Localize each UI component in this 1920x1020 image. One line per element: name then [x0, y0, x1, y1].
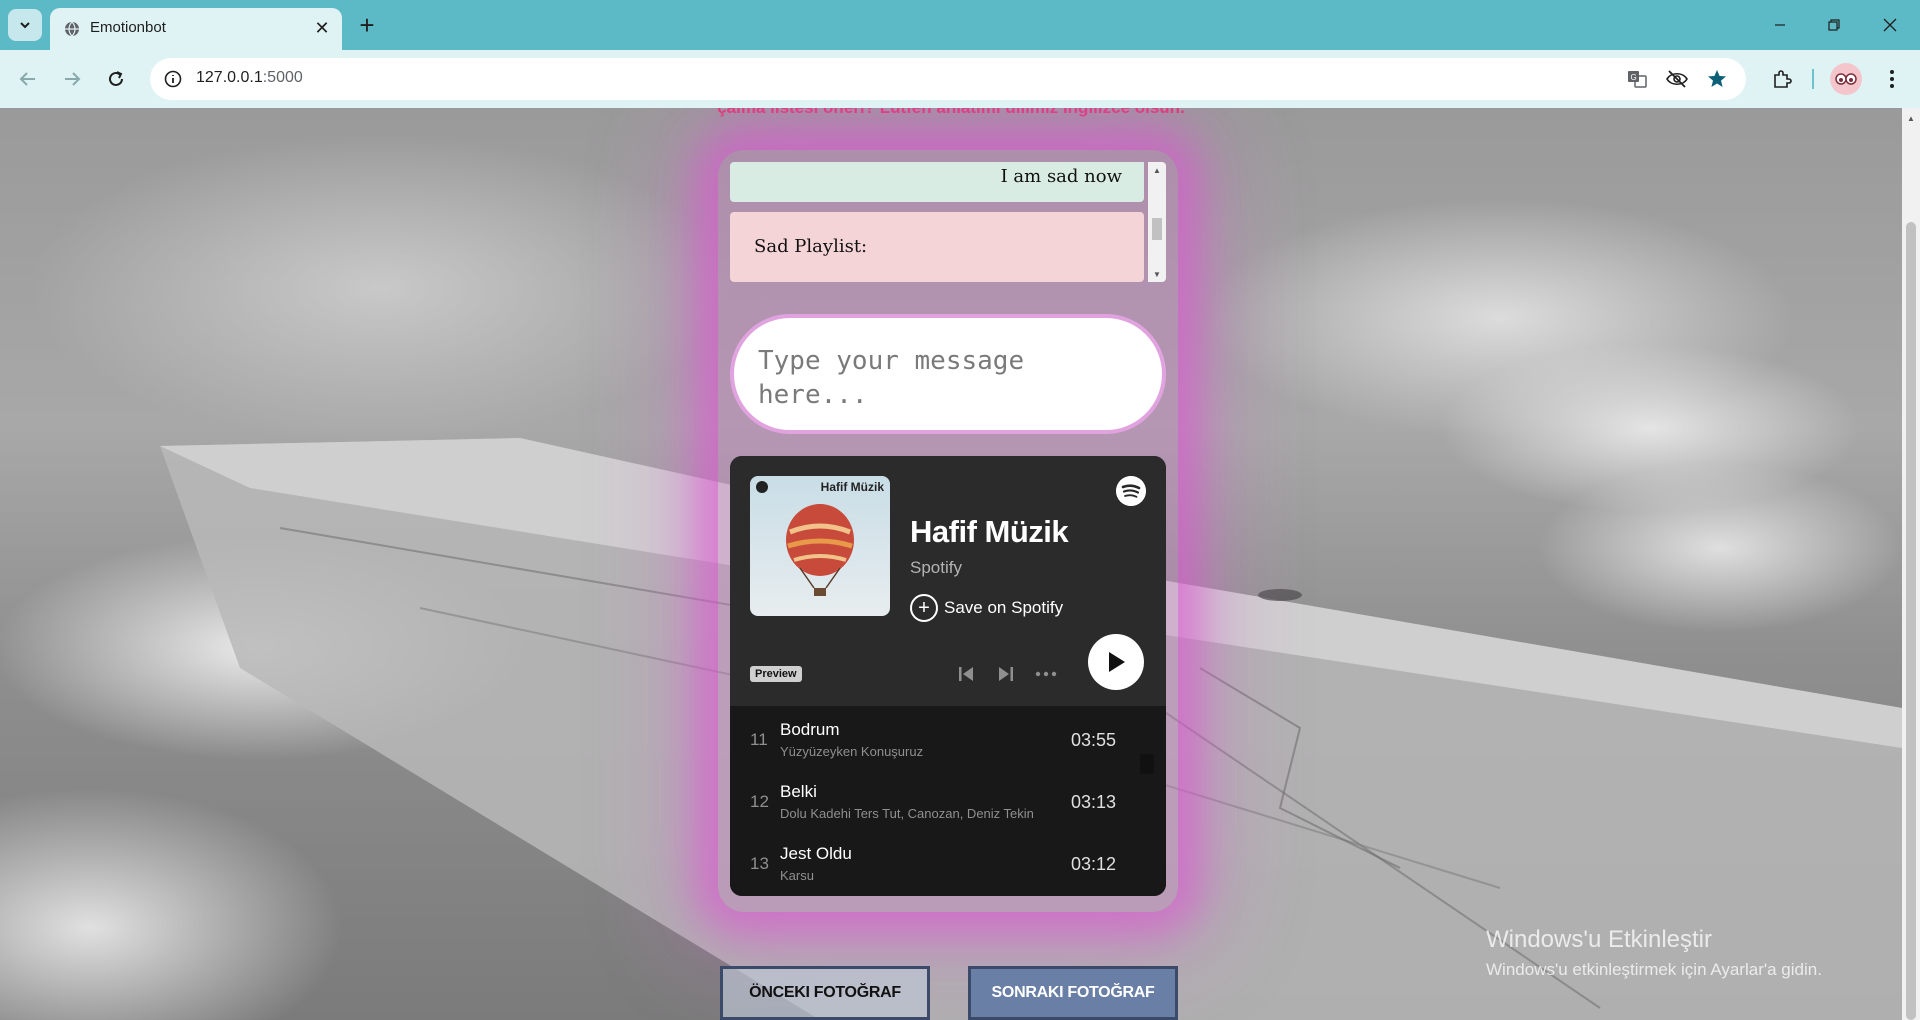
previous-track-icon[interactable]	[952, 660, 980, 688]
playlist-owner[interactable]: Spotify	[910, 558, 962, 578]
close-window-icon[interactable]	[1862, 0, 1918, 50]
tab-emotionbot[interactable]: Emotionbot ✕	[50, 8, 342, 50]
new-tab-plus-icon[interactable]: +	[352, 10, 382, 40]
track-artist: Yüzyüzeyken Konuşuruz	[780, 744, 924, 759]
chevron-down-icon	[20, 22, 30, 29]
track-name: Jest Oldu	[780, 844, 852, 863]
spotify-embed: Hafif Müzik Hafif Müzik Spotify + Save o…	[730, 456, 1166, 896]
scroll-up-arrow-icon[interactable]: ▲	[1148, 162, 1166, 178]
url-host: 127.0.0.1	[196, 69, 263, 86]
next-track-icon[interactable]	[992, 660, 1020, 688]
track-number: 13	[750, 854, 769, 873]
page-viewport: çalma listesi öneri? Lütfen anlatımı dil…	[0, 108, 1902, 1020]
track-number: 12	[750, 792, 769, 811]
back-icon[interactable]	[12, 63, 44, 95]
site-info-icon[interactable]	[160, 66, 186, 92]
next-photo-button[interactable]: SONRAKI FOTOĞRAF	[968, 966, 1178, 1020]
tab-close-icon[interactable]: ✕	[310, 16, 334, 40]
message-input-placeholder: Type your message here...	[758, 346, 1025, 410]
play-icon	[1109, 652, 1125, 672]
user-message: I am sad now	[730, 162, 1144, 202]
save-on-spotify-button[interactable]: + Save on Spotify	[910, 594, 1063, 622]
message-input[interactable]: Type your message here...	[730, 314, 1166, 434]
windows-activation-watermark: Windows'u Etkinleştir Windows'u etkinleş…	[1486, 926, 1822, 980]
preview-badge: Preview	[750, 666, 802, 682]
user-message-text: I am sad now	[1000, 166, 1122, 187]
more-options-icon[interactable]	[1032, 660, 1060, 688]
track-row[interactable]: 11 Bodrum Yüzyüzeyken Konuşuruz 03:55	[730, 706, 1166, 768]
kebab-menu-icon[interactable]	[1876, 63, 1908, 95]
tab-search-button[interactable]	[8, 9, 42, 41]
page-scrollbar[interactable]: ▲	[1902, 108, 1920, 1020]
eye-off-icon[interactable]	[1664, 66, 1690, 92]
hot-air-balloon-image	[786, 504, 854, 596]
page-scroll-thumb[interactable]	[1906, 222, 1916, 1020]
browser-toolbar: 127.0.0.1:5000 G	[0, 50, 1920, 108]
track-duration: 03:12	[1070, 854, 1116, 874]
translate-icon[interactable]: G	[1624, 66, 1650, 92]
track-number: 11	[750, 730, 768, 749]
forward-icon[interactable]	[56, 63, 88, 95]
profile-avatar-icon[interactable]	[1830, 63, 1862, 95]
url-text[interactable]: 127.0.0.1:5000	[196, 69, 303, 87]
reload-icon[interactable]	[100, 63, 132, 95]
play-button[interactable]	[1088, 634, 1144, 690]
chat-history[interactable]: I am sad now Sad Playlist: ▲ ▼	[730, 162, 1166, 282]
track-duration: 03:13	[1070, 792, 1116, 812]
chat-scrollbar[interactable]: ▲ ▼	[1148, 162, 1166, 282]
instruction-text: çalma listesi öneri? Lütfen anlatımı dil…	[0, 108, 1902, 118]
spotify-logo-icon[interactable]	[1116, 476, 1146, 506]
activation-subtitle: Windows'u etkinleştirmek için Ayarlar'a …	[1486, 960, 1822, 979]
track-row[interactable]: 13 Jest Oldu Karsu 03:12	[730, 830, 1166, 892]
track-artist: Karsu	[780, 868, 814, 883]
bookmark-star-icon[interactable]	[1704, 66, 1730, 92]
chat-card: I am sad now Sad Playlist: ▲ ▼ Type your…	[718, 150, 1178, 912]
track-duration: 03:55	[1070, 730, 1116, 750]
scroll-down-arrow-icon[interactable]: ▼	[1148, 266, 1166, 282]
track-list-scroll-thumb[interactable]	[1140, 754, 1154, 774]
toolbar-separator	[1812, 69, 1814, 89]
extensions-icon[interactable]	[1766, 63, 1798, 95]
address-bar[interactable]: 127.0.0.1:5000 G	[150, 58, 1746, 100]
track-artist: Dolu Kadehi Ters Tut, Canozan, Deniz Tek…	[780, 806, 1034, 821]
chat-scroll-thumb[interactable]	[1152, 218, 1162, 240]
svg-text:G: G	[1631, 73, 1637, 82]
minimize-icon[interactable]	[1752, 0, 1808, 50]
save-on-spotify-label: Save on Spotify	[944, 598, 1064, 617]
url-port: :5000	[262, 69, 303, 86]
previous-photo-button[interactable]: ÖNCEKI FOTOĞRAF	[720, 966, 930, 1020]
playlist-title[interactable]: Hafif Müzik	[910, 514, 1069, 550]
track-name: Belki	[780, 782, 817, 801]
activation-title: Windows'u Etkinleştir	[1486, 926, 1712, 953]
tab-title: Emotionbot	[90, 19, 166, 36]
tab-bar: Emotionbot ✕ +	[0, 0, 1920, 50]
track-row[interactable]: 12 Belki Dolu Kadehi Ters Tut, Canozan, …	[730, 768, 1166, 830]
playlist-cover[interactable]: Hafif Müzik	[750, 476, 890, 616]
page-scroll-up-icon[interactable]: ▲	[1902, 108, 1920, 128]
track-name: Bodrum	[780, 720, 840, 739]
track-list: 11 Bodrum Yüzyüzeyken Konuşuruz 03:55 12…	[730, 706, 1166, 896]
globe-icon	[65, 21, 79, 37]
restore-icon[interactable]	[1806, 0, 1862, 50]
bot-message-text: Sad Playlist:	[754, 236, 868, 257]
spotify-header: Hafif Müzik Hafif Müzik Spotify + Save o…	[730, 456, 1166, 706]
plus-circle-icon: +	[910, 594, 938, 622]
bot-message: Sad Playlist:	[730, 212, 1144, 282]
